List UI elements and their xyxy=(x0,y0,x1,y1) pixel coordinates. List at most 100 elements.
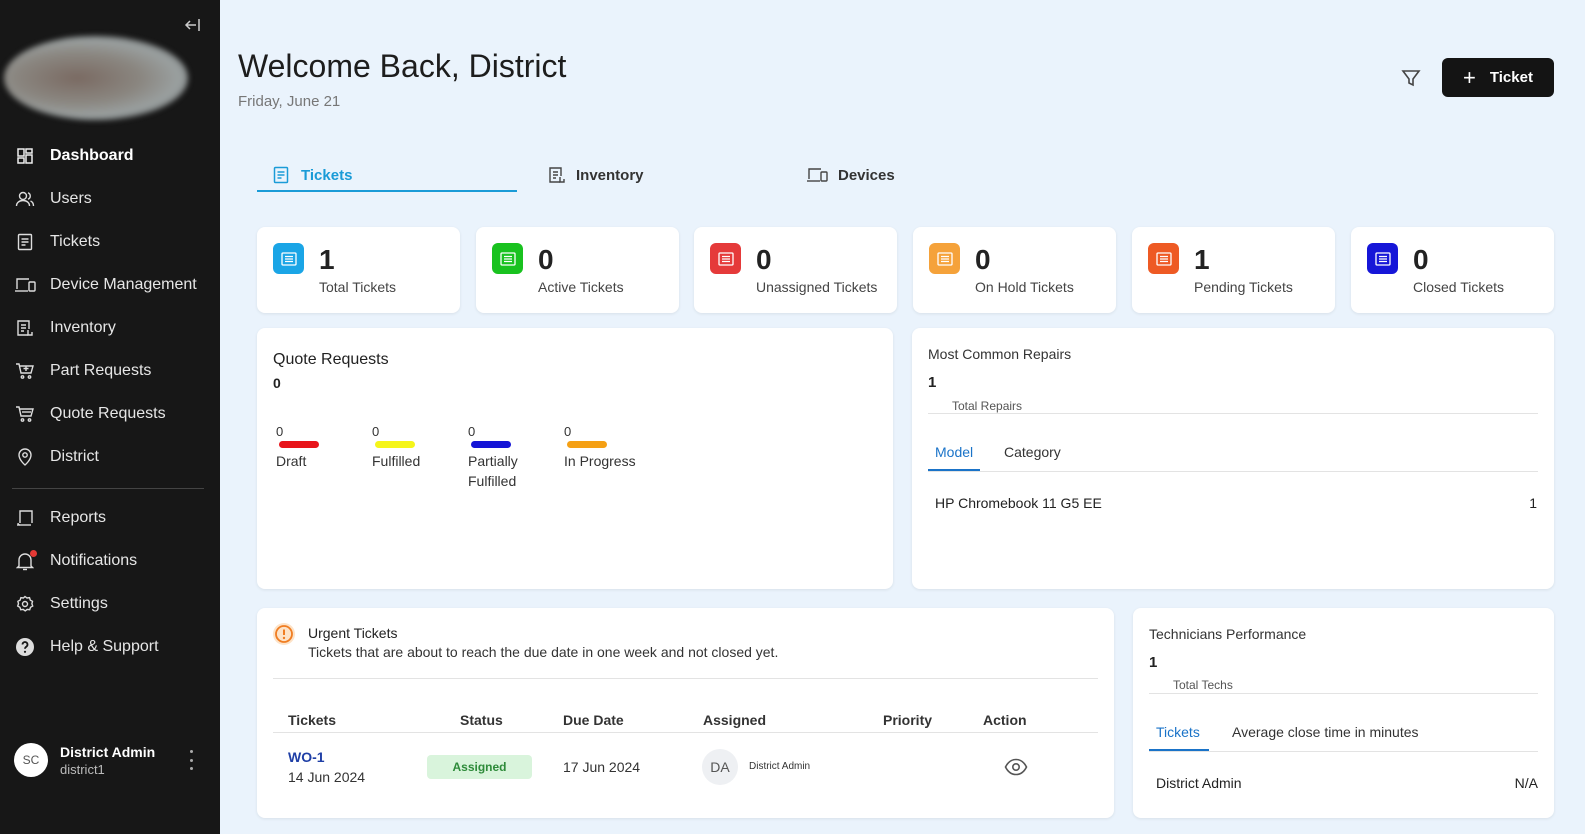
tab-tickets[interactable]: Tickets xyxy=(273,158,352,192)
sidebar: Dashboard Users Tickets Device Managemen… xyxy=(0,0,220,834)
sidebar-item-label: Help & Support xyxy=(50,637,159,655)
gear-icon xyxy=(14,593,36,615)
ticket-icon xyxy=(273,243,304,274)
devices-icon xyxy=(806,166,828,184)
techs-sub-label: Total Techs xyxy=(1173,678,1233,692)
sidebar-secondary-nav: Reports Notifications Settings Help & Su… xyxy=(0,496,220,668)
legend-value: 0 xyxy=(564,424,572,439)
sidebar-item-label: Dashboard xyxy=(50,146,134,164)
ticket-icon xyxy=(492,243,523,274)
stat-value: 1 xyxy=(1194,244,1210,275)
ticket-icon xyxy=(929,243,960,274)
technicians-performance-panel: Technicians Performance 1 Total Techs Ti… xyxy=(1133,608,1554,818)
help-icon xyxy=(14,636,36,658)
ticket-icon xyxy=(273,166,291,184)
alert-icon xyxy=(272,622,296,646)
tab-model[interactable]: Model xyxy=(935,444,973,460)
eye-icon[interactable] xyxy=(1004,757,1028,777)
divider xyxy=(273,732,1098,733)
assigned-name: District Admin xyxy=(749,761,811,772)
legend-label: In Progress xyxy=(564,453,636,469)
divider xyxy=(273,678,1098,679)
user-profile[interactable]: SC District Admin district1 xyxy=(14,742,210,778)
notification-dot xyxy=(30,549,37,557)
legend-value: 0 xyxy=(468,424,476,439)
ticket-id-link[interactable]: WO-1 xyxy=(288,749,325,765)
more-options-icon[interactable] xyxy=(186,750,196,770)
new-ticket-label: Ticket xyxy=(1489,69,1533,86)
tech-name: District Admin xyxy=(1156,775,1242,791)
column-header: Tickets xyxy=(288,712,336,728)
sidebar-nav: Dashboard Users Tickets Device Managemen… xyxy=(0,134,220,478)
sidebar-item-device-management[interactable]: Device Management xyxy=(0,263,220,306)
legend-label: Draft xyxy=(276,453,307,469)
stat-label: On Hold Tickets xyxy=(975,279,1074,295)
tab-inventory[interactable]: Inventory xyxy=(548,158,644,192)
inventory-icon xyxy=(14,317,36,339)
sidebar-item-settings[interactable]: Settings xyxy=(0,582,220,625)
tab-devices[interactable]: Devices xyxy=(806,158,895,192)
stat-card-pending-tickets[interactable]: 1 Pending Tickets xyxy=(1132,227,1335,313)
repair-model-name: HP Chromebook 11 G5 EE xyxy=(935,495,1102,511)
new-ticket-button[interactable]: + Ticket xyxy=(1442,58,1554,97)
user-username: district1 xyxy=(60,761,105,777)
most-common-repairs-panel: Most Common Repairs 1 Total Repairs Mode… xyxy=(912,328,1554,589)
sidebar-item-inventory[interactable]: Inventory xyxy=(0,306,220,349)
ticket-icon xyxy=(14,231,36,253)
sidebar-item-tickets[interactable]: Tickets xyxy=(0,220,220,263)
status-badge: Assigned xyxy=(427,755,532,779)
legend-swatch xyxy=(471,441,511,448)
location-icon xyxy=(14,446,36,468)
sidebar-item-reports[interactable]: Reports xyxy=(0,496,220,539)
stat-card-active-tickets[interactable]: 0 Active Tickets xyxy=(476,227,679,313)
sidebar-item-notifications[interactable]: Notifications xyxy=(0,539,220,582)
urgent-tickets-panel: Urgent Tickets Tickets that are about to… xyxy=(257,608,1114,818)
page-title: Welcome Back, District xyxy=(238,48,567,84)
repair-count: 1 xyxy=(1529,495,1537,511)
panel-title: Most Common Repairs xyxy=(928,346,1072,362)
cart-icon xyxy=(14,403,36,425)
ticket-created-date: 14 Jun 2024 xyxy=(288,769,366,785)
filter-icon[interactable] xyxy=(1399,66,1423,90)
sidebar-item-dashboard[interactable]: Dashboard xyxy=(0,134,220,177)
ticket-icon xyxy=(1367,243,1398,274)
stat-card-total-tickets[interactable]: 1 Total Tickets xyxy=(257,227,460,313)
dashboard-icon xyxy=(14,145,36,167)
sidebar-item-label: Device Management xyxy=(50,275,197,293)
tab-category[interactable]: Category xyxy=(1004,444,1061,460)
sidebar-item-district[interactable]: District xyxy=(0,435,220,478)
tab-tickets[interactable]: Tickets xyxy=(1156,724,1200,740)
plus-icon: + xyxy=(1463,64,1476,90)
stat-value: 0 xyxy=(1413,244,1429,275)
sidebar-item-label: Users xyxy=(50,189,92,207)
column-header: Due Date xyxy=(563,712,624,728)
column-header: Assigned xyxy=(703,712,767,728)
legend-value: 0 xyxy=(276,424,284,439)
sidebar-item-quote-requests[interactable]: Quote Requests xyxy=(0,392,220,435)
due-date: 17 Jun 2024 xyxy=(563,759,641,775)
reports-icon xyxy=(14,507,36,529)
ticket-icon xyxy=(1148,243,1179,274)
tab-label: Inventory xyxy=(576,166,644,184)
sidebar-item-help-support[interactable]: Help & Support xyxy=(0,625,220,668)
divider xyxy=(928,413,1538,414)
tab-average-close-time[interactable]: Average close time in minutes xyxy=(1232,724,1419,740)
stat-card-on-hold-tickets[interactable]: 0 On Hold Tickets xyxy=(913,227,1116,313)
cart-plus-icon xyxy=(14,360,36,382)
devices-icon xyxy=(14,274,36,296)
avatar: SC xyxy=(14,743,48,777)
sidebar-item-label: Notifications xyxy=(50,551,138,569)
sidebar-item-users[interactable]: Users xyxy=(0,177,220,220)
column-header: Status xyxy=(460,712,503,728)
sidebar-item-label: Part Requests xyxy=(50,361,152,379)
collapse-left-icon[interactable] xyxy=(183,15,203,35)
stat-card-unassigned-tickets[interactable]: 0 Unassigned Tickets xyxy=(694,227,897,313)
stat-label: Total Tickets xyxy=(319,279,397,295)
tab-label: Devices xyxy=(838,166,895,184)
stat-card-closed-tickets[interactable]: 0 Closed Tickets xyxy=(1351,227,1554,313)
legend-value: 0 xyxy=(372,424,380,439)
sidebar-divider xyxy=(12,488,204,489)
stat-value: 1 xyxy=(319,244,335,275)
sidebar-item-part-requests[interactable]: Part Requests xyxy=(0,349,220,392)
sidebar-item-label: Tickets xyxy=(50,232,101,250)
